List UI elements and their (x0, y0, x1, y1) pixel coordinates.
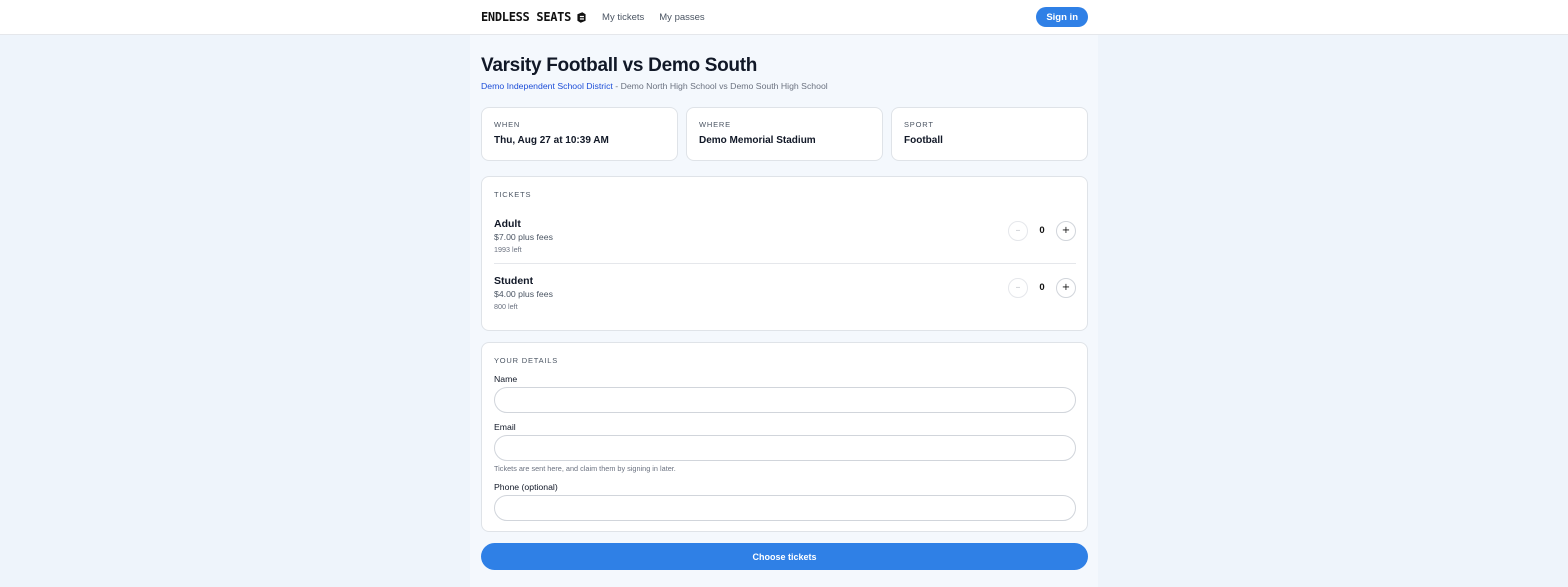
email-label: Email (494, 422, 516, 432)
ticket-price: $7.00 plus fees (494, 232, 553, 242)
name-label: Name (494, 374, 518, 384)
event-info-row: WHEN Thu, Aug 27 at 10:39 AM WHERE Demo … (481, 107, 1088, 161)
details-section-label: YOUR DETAILS (494, 356, 559, 365)
decrease-student-button[interactable]: – (1008, 278, 1028, 298)
when-card: WHEN Thu, Aug 27 at 10:39 AM (481, 107, 678, 161)
subtitle-separator: - (612, 81, 621, 91)
increase-student-button[interactable]: + (1056, 278, 1076, 298)
phone-field[interactable] (494, 495, 1076, 521)
sport-card: SPORT Football (891, 107, 1088, 161)
ticket-remaining: 1993 left (494, 245, 522, 254)
brand-name: ENDLESS SEATS (481, 10, 572, 24)
nav-my-tickets[interactable]: My tickets (602, 12, 644, 23)
ticket-icon (577, 11, 586, 23)
phone-label: Phone (optional) (494, 482, 558, 492)
matchup-text: Demo North High School vs Demo South Hig… (620, 81, 828, 91)
quantity-stepper: – 0 + (1008, 278, 1076, 300)
ticket-row-adult: Adult $7.00 plus fees 1993 left – 0 + (494, 218, 1076, 266)
choose-tickets-button[interactable]: Choose tickets (481, 543, 1088, 570)
ticket-row-student: Student $4.00 plus fees 800 left – 0 + (494, 275, 1076, 323)
where-label: WHERE (699, 120, 731, 129)
when-label: WHEN (494, 120, 521, 129)
quantity-stepper: – 0 + (1008, 221, 1076, 243)
details-card: YOUR DETAILS Name Email Tickets are sent… (481, 342, 1088, 532)
decrease-adult-button[interactable]: – (1008, 221, 1028, 241)
sign-in-button[interactable]: Sign in (1036, 7, 1088, 27)
tickets-card: TICKETS Adult $7.00 plus fees 1993 left … (481, 176, 1088, 331)
email-field[interactable] (494, 435, 1076, 461)
email-hint: Tickets are sent here, and claim them by… (494, 464, 676, 473)
ticket-name: Student (494, 275, 534, 287)
event-title: Varsity Football vs Demo South (481, 55, 758, 76)
top-navigation-inner: ENDLESS SEATS My tickets My passes Sign … (481, 0, 1088, 34)
where-value: Demo Memorial Stadium (699, 135, 816, 146)
district-link[interactable]: Demo Independent School District (481, 81, 613, 91)
ticket-remaining: 800 left (494, 302, 518, 311)
when-value: Thu, Aug 27 at 10:39 AM (494, 135, 609, 146)
sport-label: SPORT (904, 120, 934, 129)
where-card: WHERE Demo Memorial Stadium (686, 107, 883, 161)
top-navigation-bar: ENDLESS SEATS My tickets My passes Sign … (0, 0, 1568, 35)
tickets-section-label: TICKETS (494, 190, 532, 199)
ticket-price: $4.00 plus fees (494, 289, 553, 299)
brand-logo[interactable]: ENDLESS SEATS (481, 10, 588, 24)
student-quantity: 0 (1039, 282, 1045, 293)
event-subtitle: Demo Independent School District - Demo … (481, 81, 828, 91)
name-field[interactable] (494, 387, 1076, 413)
ticket-name: Adult (494, 218, 521, 230)
nav-my-passes[interactable]: My passes (659, 12, 704, 23)
sport-value: Football (904, 135, 943, 146)
adult-quantity: 0 (1039, 225, 1045, 236)
increase-adult-button[interactable]: + (1056, 221, 1076, 241)
ticket-divider (494, 263, 1076, 264)
